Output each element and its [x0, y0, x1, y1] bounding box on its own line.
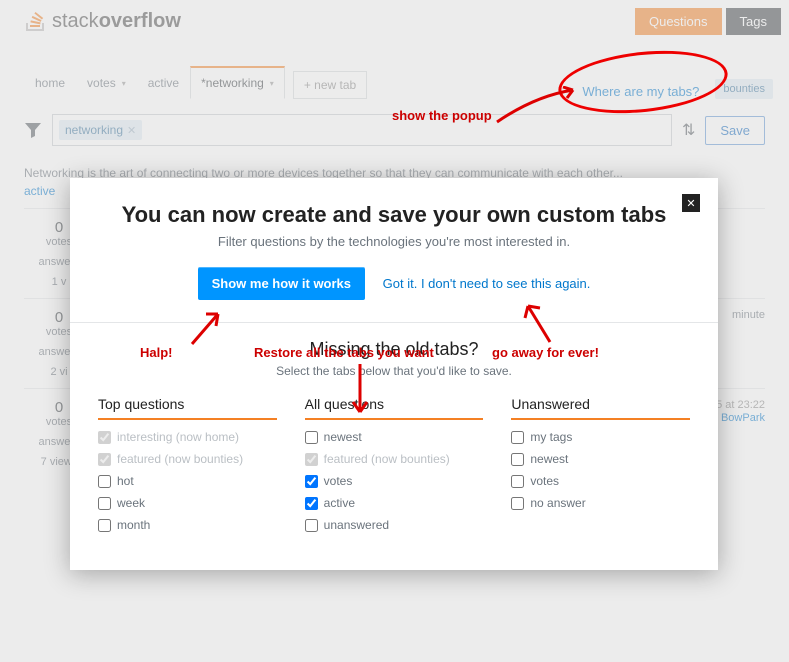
column-header: All questions: [305, 396, 484, 420]
tab-option[interactable]: newest: [511, 452, 690, 466]
missing-tabs-subtitle: Select the tabs below that you'd like to…: [98, 364, 690, 378]
tab-option-label: featured (now bounties): [117, 452, 243, 466]
tab-option-label: my tags: [530, 430, 572, 444]
tab-option: featured (now bounties): [98, 452, 277, 466]
tab-option-label: votes: [324, 474, 353, 488]
tab-option-label: unanswered: [324, 518, 389, 532]
tab-option[interactable]: no answer: [511, 496, 690, 510]
tab-option[interactable]: newest: [305, 430, 484, 444]
tab-option-label: newest: [530, 452, 568, 466]
tab-option-checkbox[interactable]: [511, 453, 524, 466]
column-header: Unanswered: [511, 396, 690, 420]
tab-option-label: month: [117, 518, 150, 532]
tab-option[interactable]: votes: [305, 474, 484, 488]
tab-option[interactable]: my tags: [511, 430, 690, 444]
tab-option-label: featured (now bounties): [324, 452, 450, 466]
tab-option-checkbox: [98, 431, 111, 444]
tab-option-checkbox[interactable]: [98, 519, 111, 532]
tab-option-checkbox[interactable]: [305, 497, 318, 510]
tab-option-label: interesting (now home): [117, 430, 239, 444]
tab-option-label: hot: [117, 474, 134, 488]
tab-option-checkbox[interactable]: [511, 431, 524, 444]
close-icon[interactable]: ✕: [682, 194, 700, 212]
tab-option: interesting (now home): [98, 430, 277, 444]
tab-option-checkbox[interactable]: [305, 475, 318, 488]
tab-option-checkbox[interactable]: [511, 497, 524, 510]
tab-option-checkbox[interactable]: [98, 497, 111, 510]
missing-tabs-heading: Missing the old tabs?: [98, 339, 690, 360]
tab-option[interactable]: hot: [98, 474, 277, 488]
tab-option-label: no answer: [530, 496, 585, 510]
tab-option-label: votes: [530, 474, 559, 488]
dismiss-link[interactable]: Got it. I don't need to see this again.: [383, 276, 591, 291]
tab-option[interactable]: votes: [511, 474, 690, 488]
tab-option[interactable]: month: [98, 518, 277, 532]
show-me-how-button[interactable]: Show me how it works: [198, 267, 365, 300]
tab-option-label: newest: [324, 430, 362, 444]
tab-option-checkbox[interactable]: [305, 431, 318, 444]
tab-option-label: week: [117, 496, 145, 510]
tab-option[interactable]: active: [305, 496, 484, 510]
tab-option-checkbox: [305, 453, 318, 466]
tab-option[interactable]: unanswered: [305, 518, 484, 532]
tab-option-checkbox[interactable]: [305, 519, 318, 532]
tab-option[interactable]: week: [98, 496, 277, 510]
modal-title: You can now create and save your own cus…: [98, 202, 690, 228]
tab-option-checkbox[interactable]: [511, 475, 524, 488]
tab-option-checkbox[interactable]: [98, 475, 111, 488]
tab-option-label: active: [324, 496, 355, 510]
tab-option: featured (now bounties): [305, 452, 484, 466]
column-header: Top questions: [98, 396, 277, 420]
tab-option-checkbox: [98, 453, 111, 466]
modal-subtitle: Filter questions by the technologies you…: [98, 234, 690, 249]
custom-tabs-modal: ✕ You can now create and save your own c…: [70, 178, 718, 570]
